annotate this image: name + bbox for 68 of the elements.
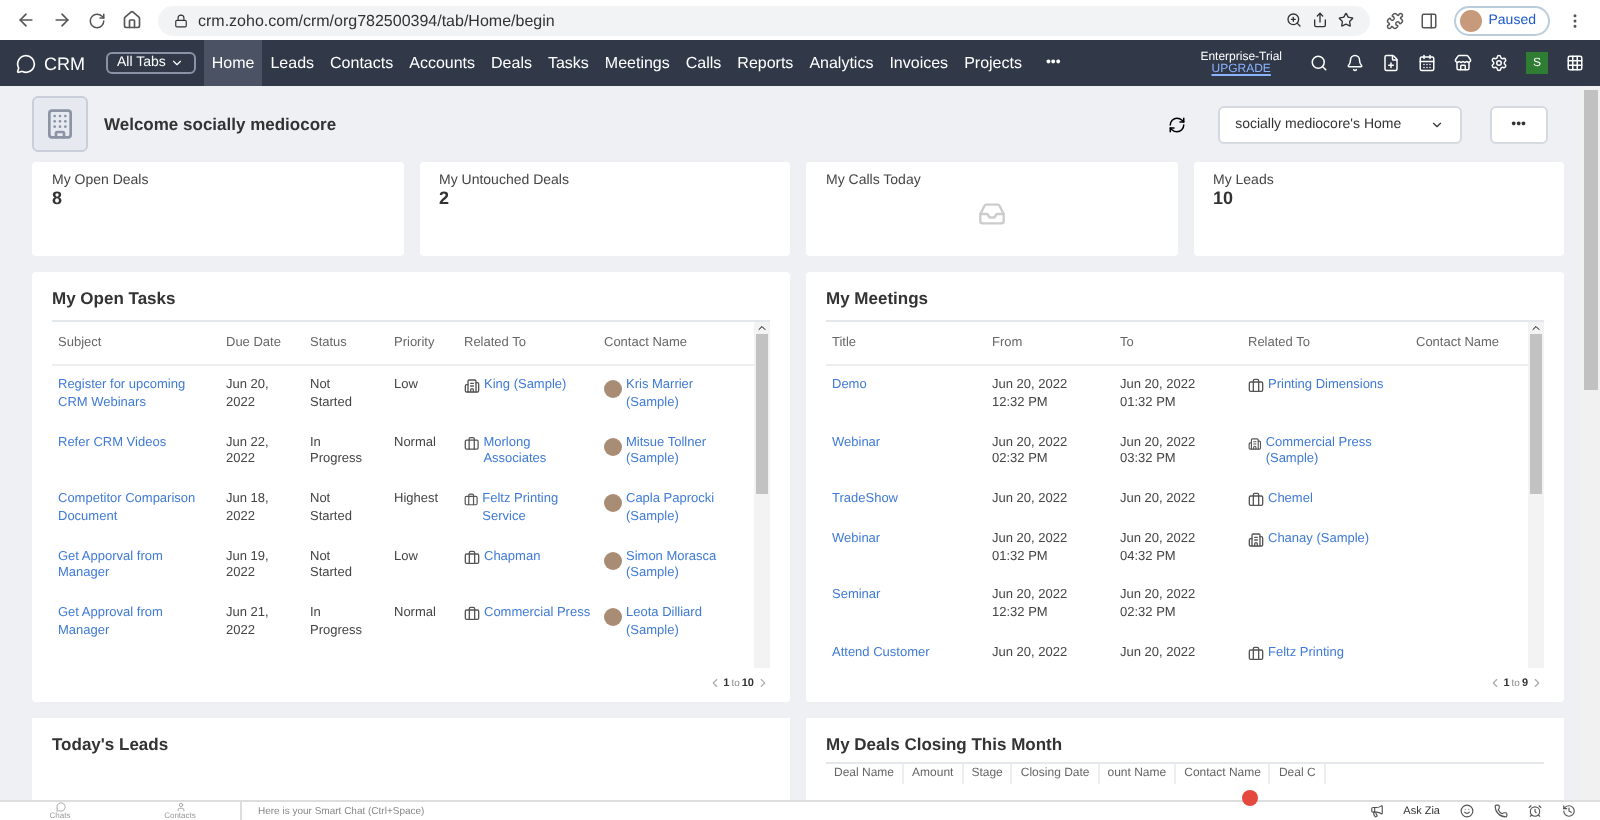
building-icon	[1248, 531, 1264, 548]
welcome-title: Welcome socially mediocore	[104, 114, 337, 134]
search-icon[interactable]	[1310, 54, 1328, 72]
nav-tab[interactable]: Invoices	[881, 40, 957, 86]
refresh-icon[interactable]	[1167, 115, 1186, 133]
stat-value: 8	[52, 188, 65, 208]
briefcase-icon	[1248, 378, 1264, 394]
alarm-icon[interactable]	[1528, 804, 1542, 818]
zoom-icon[interactable]	[1286, 12, 1303, 28]
apps-icon[interactable]	[1566, 54, 1584, 72]
stat-value: 10	[1213, 188, 1236, 208]
logo-text: CRM	[44, 53, 85, 73]
scrollbar[interactable]	[754, 322, 770, 668]
notification-badge	[1242, 790, 1258, 806]
nav-tab[interactable]: Calls	[677, 40, 730, 86]
panel-title: Today's Leads	[52, 734, 171, 754]
panel-title: My Meetings	[826, 288, 931, 308]
nav-tab[interactable]: Leads	[262, 40, 323, 86]
avatar	[604, 380, 622, 398]
briefcase-icon	[464, 606, 480, 623]
nav-tab[interactable]: Analytics	[801, 40, 882, 86]
stat-value: 2	[439, 188, 452, 208]
settings-icon[interactable]	[1490, 54, 1508, 72]
briefcase-icon	[1248, 492, 1264, 509]
briefcase-icon	[464, 492, 479, 509]
nav-tab[interactable]: Reports	[729, 40, 802, 86]
avatar	[604, 551, 622, 570]
smile-icon[interactable]	[1460, 804, 1474, 818]
phone-icon[interactable]	[1494, 804, 1508, 818]
address-bar[interactable]: crm.zoho.com/crm/org782500394/tab/Home/begin	[158, 5, 1371, 35]
scrollbar[interactable]	[1528, 322, 1544, 668]
building-icon	[464, 378, 480, 394]
nav-tab[interactable]: Deals	[483, 40, 540, 86]
briefcase-icon	[1248, 645, 1264, 662]
caret-icon	[1429, 117, 1444, 131]
nav-tab[interactable]: Tasks	[539, 40, 597, 86]
caret-icon	[169, 56, 184, 70]
reload-icon[interactable]	[88, 11, 106, 29]
building-icon	[32, 96, 88, 152]
nav-tab[interactable]: Home	[203, 40, 263, 86]
avatar	[604, 608, 622, 627]
forward-icon[interactable]	[52, 10, 72, 30]
share-icon[interactable]	[1312, 12, 1329, 28]
store-icon[interactable]	[1454, 54, 1472, 72]
star-icon[interactable]	[1338, 12, 1355, 28]
nav-tab[interactable]: Projects	[956, 40, 1030, 86]
add-icon[interactable]	[1382, 54, 1400, 72]
avatar	[604, 494, 622, 513]
side-panel-icon[interactable]	[1420, 11, 1439, 29]
empty-inbox-icon	[977, 200, 1006, 228]
lock-icon	[174, 13, 188, 27]
nav-tab[interactable]: Accounts	[401, 40, 484, 86]
nav-tab[interactable]: Contacts	[322, 40, 402, 86]
building-icon	[1248, 435, 1262, 452]
back-icon[interactable]	[16, 10, 36, 30]
home-icon[interactable]	[122, 10, 142, 30]
panel-title: My Deals Closing This Month	[826, 734, 1065, 754]
history-icon[interactable]	[1562, 804, 1576, 818]
briefcase-icon	[464, 435, 480, 452]
nav-tab[interactable]: Meetings	[596, 40, 678, 86]
bell-icon[interactable]	[1346, 54, 1364, 72]
panel-title: My Open Tasks	[52, 288, 178, 308]
avatar	[604, 437, 622, 456]
megaphone-icon[interactable]	[1369, 804, 1384, 818]
logo-icon	[16, 53, 36, 73]
calendar-icon[interactable]	[1418, 54, 1436, 72]
briefcase-icon	[464, 549, 480, 566]
extensions-icon[interactable]	[1386, 11, 1405, 29]
